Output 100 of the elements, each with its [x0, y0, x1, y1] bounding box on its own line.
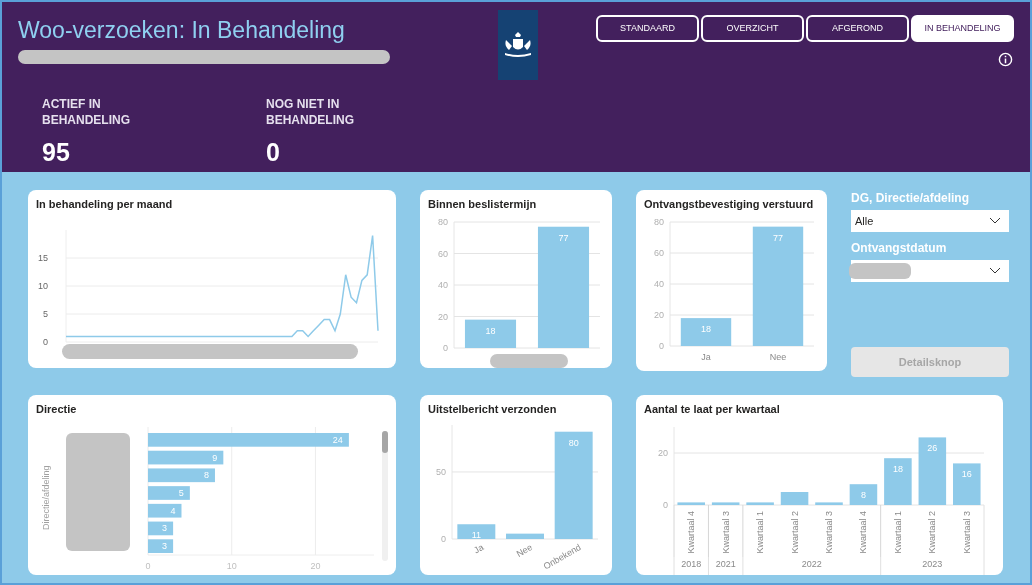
nav-tab[interactable]: AFGEROND [806, 15, 909, 42]
kpi-label: ACTIEF IN BEHANDELING [42, 96, 131, 128]
axis-label: 50 [436, 466, 446, 477]
card-title: Aantal te laat per kwartaal [644, 402, 781, 417]
category-label: Kwartaal 3 [824, 511, 834, 554]
bar [457, 524, 496, 539]
nav-tab[interactable]: OVERZICHT [701, 15, 804, 42]
axis-label: 15 [38, 253, 48, 263]
x-tick-label: Kwartaal 1 [755, 511, 766, 554]
bar [148, 503, 182, 518]
category-label: Kwartaal 1 [742, 504, 766, 558]
bar [953, 463, 981, 505]
bar [677, 502, 705, 505]
group-label: 2021 [715, 559, 736, 569]
category-label: Kwartaal 4 [858, 511, 869, 554]
kpi-value: 0 [266, 137, 281, 168]
bar [680, 318, 732, 346]
filter-label: Ontvangstdatum [851, 240, 948, 257]
bar [148, 521, 174, 536]
bar [849, 484, 878, 505]
value-label: 8 [860, 490, 866, 501]
axis-label: 60 [654, 248, 664, 258]
axis-label: 20 [654, 310, 664, 320]
scrollbar-thumb[interactable] [382, 431, 388, 453]
card-title: Uitstelbericht verzonden [428, 402, 558, 417]
chevron-down-icon [989, 267, 1001, 275]
axis-label: 0 [43, 337, 48, 347]
bar [746, 502, 774, 505]
value-label: 77 [558, 232, 569, 243]
bar [918, 437, 947, 505]
axis-label: 5 [43, 309, 48, 319]
value-label: 77 [773, 232, 783, 243]
bar [711, 502, 740, 505]
bar [148, 468, 215, 483]
axis-label: 0 [663, 500, 668, 510]
info-icon[interactable] [998, 52, 1013, 67]
axis-title: Directie/afdeling [39, 465, 52, 531]
value-label: 3 [162, 523, 168, 534]
filter-dropdown[interactable]: Alle [851, 210, 1009, 232]
axis-label: 0 [659, 341, 664, 351]
category-label: Ja [472, 542, 486, 556]
axis-label: 60 [438, 248, 448, 259]
axis-label: 20 [310, 561, 321, 571]
group-label: 2022 [801, 559, 822, 569]
axis-label: 20 [438, 311, 448, 322]
axis-label: 10 [38, 281, 48, 291]
value-label: 4 [170, 505, 176, 516]
bar [780, 492, 809, 505]
bar [506, 533, 544, 539]
bar [148, 539, 174, 553]
axis-label: 80 [654, 217, 664, 227]
value-label: 9 [212, 452, 218, 463]
nav-tab[interactable]: IN BEHANDELING [911, 15, 1014, 42]
axis-label: 40 [654, 279, 664, 289]
value-label: 8 [203, 470, 209, 481]
axis-label: 20 [658, 448, 668, 458]
kpi-value: 95 [42, 137, 71, 168]
filter-dropdown[interactable] [851, 260, 1009, 282]
card-title: Directie [36, 402, 78, 417]
card-title: Ontvangstbevestiging verstuurd [644, 197, 815, 212]
group-label: 2018 [681, 559, 702, 569]
x-tick-label: Kwartaal 3 [720, 511, 731, 554]
category-label: Nee [769, 352, 787, 362]
category-label: Kwartaal 1 [880, 504, 903, 558]
x-tick-label: Kwartaal 4 [686, 511, 697, 554]
value-label: 11 [471, 530, 481, 541]
value-label: 18 [701, 324, 711, 335]
category-label: Kwartaal 3 [961, 511, 972, 554]
axis-label: 0 [441, 534, 446, 544]
category-label: Nee [514, 542, 534, 559]
value-label: 3 [162, 541, 168, 552]
axis-label: 0 [443, 343, 448, 353]
bar [815, 502, 843, 505]
bar [464, 319, 517, 348]
bar [884, 458, 912, 505]
nav-tab[interactable]: STANDAARD [596, 15, 699, 42]
card-title: In behandeling per maand [36, 197, 174, 212]
value-label: 16 [961, 469, 972, 480]
dropdown-value: Alle [855, 213, 874, 229]
category-label: Kwartaal 3 [707, 504, 731, 558]
filter-label: DG, Directie/afdeling [851, 190, 971, 207]
value-label: 18 [485, 325, 496, 336]
x-tick-label: Kwartaal 1 [892, 511, 903, 554]
card-title: Binnen beslistermijn [428, 197, 538, 212]
value-label: 80 [568, 437, 579, 448]
value-label: 26 [927, 443, 938, 454]
value-label: 24 [332, 434, 343, 445]
page-title: Woo-verzoeken: In Behandeling [18, 16, 346, 45]
scrollbar[interactable] [382, 431, 388, 561]
bar [148, 486, 190, 500]
category-label: Kwartaal 2 [789, 511, 800, 554]
coat-of-arms-icon [503, 32, 533, 58]
axis-label: 80 [438, 217, 448, 227]
value-label: 18 [892, 464, 903, 475]
group-label: 2023 [922, 559, 943, 569]
redaction-mark [849, 263, 911, 279]
axis-label: 40 [438, 280, 448, 290]
category-label: Kwartaal 4 [673, 504, 697, 558]
category-label: Kwartaal 2 [927, 511, 938, 554]
axis-label: 10 [226, 561, 237, 571]
